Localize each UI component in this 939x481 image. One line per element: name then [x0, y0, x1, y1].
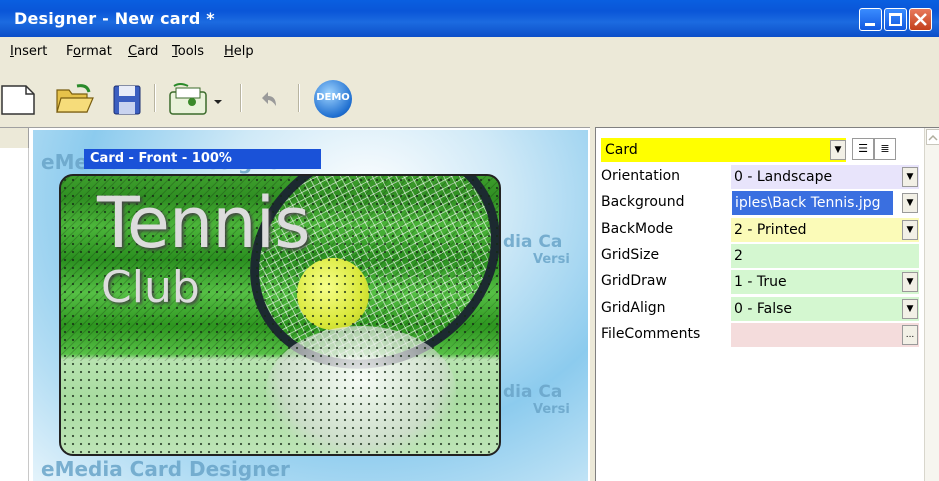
ellipsis-icon: ... [905, 329, 915, 340]
sort-categorized-button[interactable]: ≣ [874, 138, 896, 160]
watermark-text: Versi [533, 252, 570, 267]
property-value[interactable]: 0 - Landscape [731, 165, 919, 189]
property-value[interactable]: 2 [731, 243, 919, 268]
property-name: GridSize [601, 246, 660, 263]
maximize-icon [889, 13, 902, 26]
sort-alphabetic-button[interactable]: ☰ [852, 138, 874, 160]
property-dropdown-button[interactable]: ▼ [902, 193, 918, 214]
property-name: GridDraw [601, 273, 667, 290]
watermark-text: dia Ca [503, 232, 563, 252]
minimize-button[interactable] [859, 8, 882, 31]
properties-panel: Card ▼ ☰ ≣ Orientation 0 - Landscape ▼ Back… [595, 127, 939, 481]
property-value[interactable]: 0 - False [731, 296, 919, 321]
close-button[interactable] [909, 8, 932, 31]
close-icon [914, 13, 927, 26]
property-dropdown-button[interactable]: ▼ [902, 219, 918, 240]
chevron-down-icon: ▼ [906, 198, 914, 209]
chevron-down-icon: ▼ [906, 172, 914, 182]
card-view-label: Card - Front - 100% [84, 149, 321, 169]
open-folder-icon[interactable] [55, 82, 95, 116]
save-icon[interactable] [112, 82, 142, 116]
property-row-gridsize[interactable]: GridSize 2 [601, 243, 919, 270]
property-dropdown-button[interactable]: ▼ [902, 272, 918, 293]
toolbar-separator [240, 84, 242, 112]
maximize-button[interactable] [884, 8, 907, 31]
minimize-icon [865, 23, 875, 26]
property-row-background[interactable]: Background iples\Back Tennis.jpg ▼ [601, 191, 919, 217]
ruler-corner [0, 128, 29, 149]
card-title-text[interactable]: Tennis [97, 182, 311, 264]
object-selector-dropdown[interactable]: ▼ [830, 140, 846, 160]
property-row-griddraw[interactable]: GridDraw 1 - True ▼ [601, 270, 919, 296]
window-title: Designer - New card * [14, 9, 215, 28]
property-row-gridalign[interactable]: GridAlign 0 - False ▼ [601, 296, 919, 323]
menu-format[interactable]: Format [66, 44, 112, 59]
chevron-down-icon: ▼ [906, 277, 914, 288]
property-row-backmode[interactable]: BackMode 2 - Printed ▼ [601, 217, 919, 244]
menu-card[interactable]: Card [128, 44, 158, 59]
chevron-down-icon: ▼ [834, 145, 842, 155]
undo-icon[interactable] [254, 82, 282, 116]
card-canvas[interactable]: eMedia Card Designer dia Ca Versi dia Ca… [33, 130, 588, 481]
design-workarea: eMedia Card Designer dia Ca Versi dia Ca… [0, 127, 590, 481]
menu-tools[interactable]: Tools [172, 44, 204, 59]
panel-scrollbar[interactable] [924, 128, 939, 481]
menu-help[interactable]: Help [224, 44, 254, 59]
list-icon: ☰ [858, 142, 868, 155]
vertical-ruler [0, 148, 29, 481]
property-ellipsis-button[interactable]: ... [902, 324, 918, 345]
watermark-text: Versi [533, 402, 570, 417]
card-front[interactable]: Tennis Club [59, 174, 501, 456]
toolbar: DEMO [0, 74, 939, 124]
object-selector-value: Card [605, 142, 638, 158]
property-value[interactable]: 2 - Printed [731, 217, 919, 242]
new-file-icon[interactable] [0, 82, 40, 116]
watermark-text: dia Ca [503, 382, 563, 402]
property-value[interactable] [731, 322, 919, 347]
menu-insert[interactable]: Insert [10, 44, 47, 59]
chevron-up-icon [928, 134, 938, 141]
property-value[interactable]: 1 - True [731, 270, 919, 295]
property-name: Orientation [601, 168, 681, 184]
property-row-orientation[interactable]: Orientation 0 - Landscape ▼ [601, 165, 919, 191]
print-card-icon[interactable] [166, 82, 226, 116]
toolbar-separator [154, 84, 156, 112]
property-dropdown-button[interactable]: ▼ [902, 167, 918, 187]
property-name: GridAlign [601, 299, 666, 316]
watermark-text: eMedia Card Designer [41, 457, 290, 481]
toolbar-separator [298, 84, 300, 112]
scroll-up-button[interactable] [926, 129, 939, 145]
property-value[interactable]: iples\Back Tennis.jpg [732, 191, 893, 216]
demo-label: DEMO [316, 92, 350, 103]
menu-label: F [66, 44, 74, 59]
object-selector[interactable]: Card [601, 138, 846, 162]
property-name: FileComments [601, 325, 701, 342]
demo-button[interactable]: DEMO [314, 80, 352, 118]
property-name: Background [601, 194, 685, 211]
title-bar: Designer - New card * [0, 0, 939, 37]
chevron-down-icon: ▼ [906, 303, 914, 314]
card-subtitle-text[interactable]: Club [101, 262, 200, 313]
property-name: BackMode [601, 220, 674, 237]
property-row-filecomments[interactable]: FileComments... [601, 322, 919, 349]
chevron-down-icon: ▼ [906, 224, 914, 235]
property-dropdown-button[interactable]: ▼ [902, 298, 918, 319]
list-icon: ≣ [880, 142, 890, 155]
